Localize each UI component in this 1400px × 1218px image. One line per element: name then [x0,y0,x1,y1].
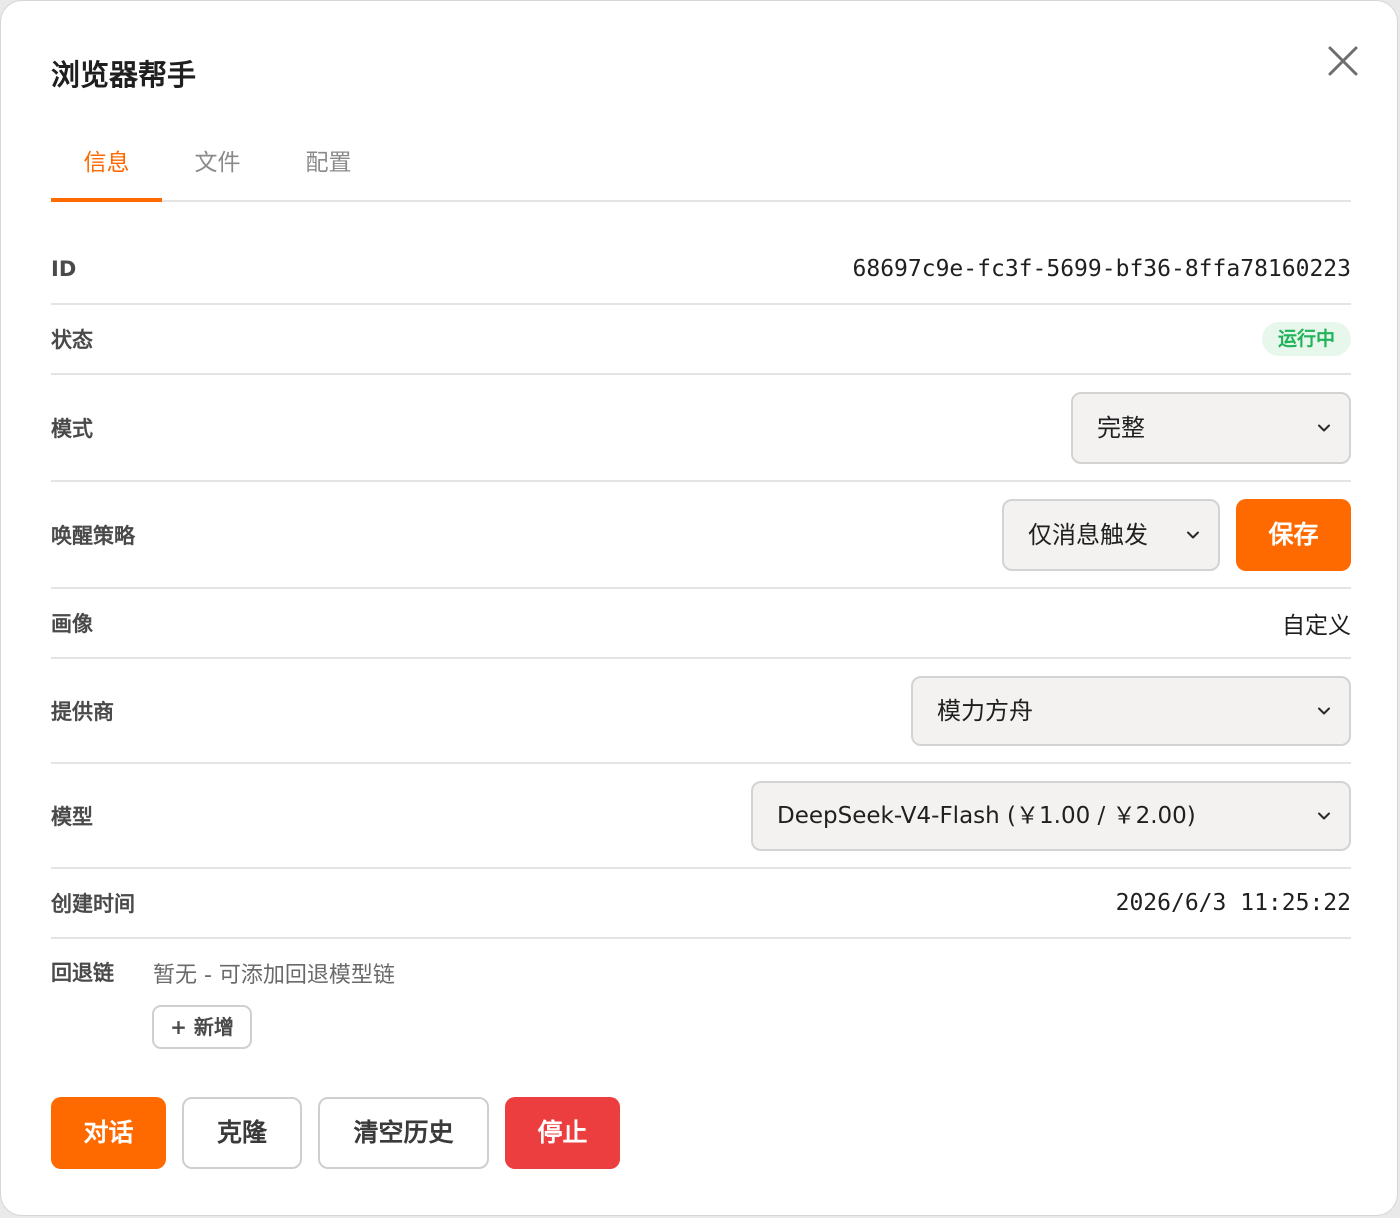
mode-label: 模式 [51,416,93,441]
clear-history-button[interactable]: 清空历史 [318,1097,489,1169]
row-provider: 提供商 模力方舟 [51,659,1351,764]
wake-strategy-select[interactable]: 仅消息触发 [1002,498,1220,571]
wake-strategy-value: 仅消息触发 [1028,520,1148,549]
model-label: 模型 [51,804,93,829]
mode-select-value: 完整 [1097,413,1145,442]
stop-button[interactable]: 停止 [505,1097,620,1169]
fallback-chain-empty-text: 暂无 - 可添加回退模型链 [153,963,395,988]
created-time-value: 2026/6/3 11:25:22 [1115,890,1351,916]
chat-button[interactable]: 对话 [51,1097,166,1169]
provider-label: 提供商 [51,699,114,724]
row-model: 模型 DeepSeek-V4-Flash (￥1.00 / ￥2.00) [51,764,1351,869]
agent-detail-dialog: 浏览器帮手 信息 文件 配置 ID 68697c9e-fc3f-5699-bf3… [0,0,1398,1216]
row-persona: 画像 自定义 [51,589,1351,659]
close-button[interactable] [1323,41,1363,81]
chevron-down-icon [1318,707,1330,714]
chevron-down-icon [1318,812,1330,819]
id-value: 68697c9e-fc3f-5699-bf36-8ffa78160223 [852,256,1352,282]
persona-label: 画像 [51,612,93,636]
wake-strategy-label: 唤醒策略 [51,523,135,548]
tab-config[interactable]: 配置 [273,137,384,200]
row-status: 状态 运行中 [51,305,1351,375]
tab-files[interactable]: 文件 [162,137,273,200]
model-select-value: DeepSeek-V4-Flash (￥1.00 / ￥2.00) [777,802,1196,829]
dialog-title: 浏览器帮手 [51,58,197,92]
model-select[interactable]: DeepSeek-V4-Flash (￥1.00 / ￥2.00) [751,780,1351,851]
chevron-down-icon [1318,424,1330,431]
provider-select-value: 模力方舟 [937,696,1033,725]
close-icon [1328,46,1358,76]
created-time-label: 创建时间 [51,892,135,916]
row-mode: 模式 完整 [51,375,1351,482]
fallback-chain-label: 回退链 [51,961,114,985]
add-fallback-button[interactable]: + 新增 [152,1005,252,1049]
row-created-time: 创建时间 2026/6/3 11:25:22 [51,869,1351,939]
save-button[interactable]: 保存 [1236,498,1351,571]
mode-select[interactable]: 完整 [1071,391,1351,464]
provider-select[interactable]: 模力方舟 [911,675,1351,746]
clone-button[interactable]: 克隆 [182,1097,302,1169]
persona-value: 自定义 [1282,613,1351,639]
row-wake-strategy: 唤醒策略 仅消息触发 保存 [51,482,1351,589]
status-badge: 运行中 [1261,322,1351,356]
row-id: ID 68697c9e-fc3f-5699-bf36-8ffa78160223 [51,235,1351,305]
chevron-down-icon [1187,531,1199,538]
tab-info[interactable]: 信息 [51,137,162,202]
status-label: 状态 [51,328,93,352]
tab-bar: 信息 文件 配置 [51,137,1351,202]
id-label: ID [51,257,77,281]
